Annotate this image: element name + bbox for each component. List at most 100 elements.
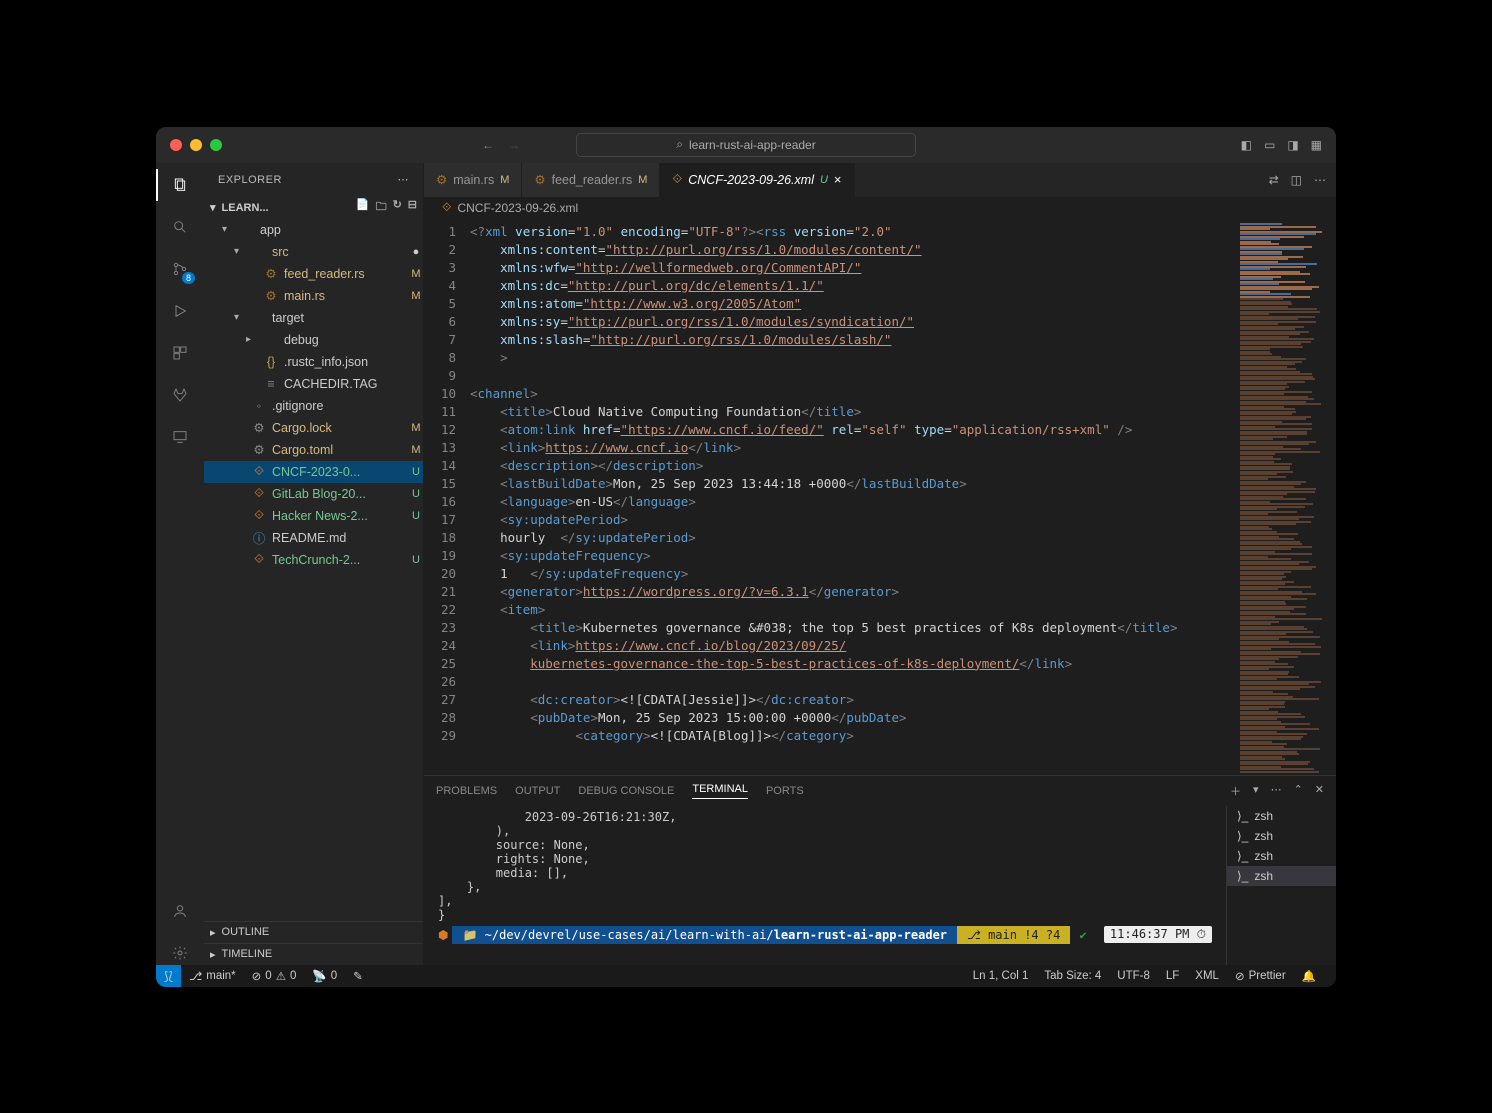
window-controls bbox=[170, 139, 222, 151]
remote-explorer-icon[interactable] bbox=[168, 425, 192, 449]
terminal-list-item[interactable]: ⟩_zsh bbox=[1227, 866, 1336, 886]
tree-item[interactable]: ▾src● bbox=[204, 241, 423, 263]
tab-close-icon[interactable]: × bbox=[834, 172, 842, 187]
status-problems[interactable]: ⊘0 ⚠0 bbox=[244, 969, 305, 983]
panel-split-icon[interactable]: ▾ bbox=[1253, 783, 1259, 799]
status-bell-icon[interactable]: 🔔 bbox=[1294, 969, 1324, 983]
status-live[interactable]: ✎ bbox=[345, 969, 371, 983]
close-window-button[interactable] bbox=[170, 139, 182, 151]
panel-tab[interactable]: TERMINAL bbox=[692, 783, 748, 799]
run-debug-icon[interactable] bbox=[168, 299, 192, 323]
collapse-icon[interactable]: ⊟ bbox=[408, 198, 417, 217]
panel-tab[interactable]: OUTPUT bbox=[515, 785, 560, 797]
sidebar-more-icon[interactable]: ⋯ bbox=[398, 173, 410, 186]
vscode-window: ← → ⌕ learn-rust-ai-app-reader ◧ ▭ ◨ ▦ 8 bbox=[156, 127, 1336, 987]
editor-tab[interactable]: ⟐CNCF-2023-09-26.xmlU× bbox=[660, 163, 854, 197]
title-bar: ← → ⌕ learn-rust-ai-app-reader ◧ ▭ ◨ ▦ bbox=[156, 127, 1336, 163]
tree-item[interactable]: ▾app bbox=[204, 219, 423, 241]
layout-customize-icon[interactable]: ▦ bbox=[1311, 138, 1322, 152]
remote-indicator[interactable]: ⟆⟅ bbox=[156, 965, 181, 987]
status-cursor-pos[interactable]: Ln 1, Col 1 bbox=[965, 969, 1037, 983]
tree-item[interactable]: ≡CACHEDIR.TAG bbox=[204, 373, 423, 395]
status-encoding[interactable]: UTF-8 bbox=[1109, 969, 1158, 983]
breadcrumb-file: CNCF-2023-09-26.xml bbox=[457, 201, 578, 215]
terminal-list-item[interactable]: ⟩_zsh bbox=[1227, 826, 1336, 846]
file-xml-icon: ⟐ bbox=[442, 200, 451, 215]
layout-panel-icon[interactable]: ▭ bbox=[1264, 138, 1275, 152]
editor-tab[interactable]: ⚙feed_reader.rsM bbox=[522, 163, 660, 197]
editor-group: ⚙main.rsM⚙feed_reader.rsM⟐CNCF-2023-09-2… bbox=[424, 163, 1336, 965]
panel-new-icon[interactable]: ＋ bbox=[1230, 783, 1241, 799]
status-prettier[interactable]: ⊘ Prettier bbox=[1227, 969, 1294, 983]
tree-item[interactable]: ⚙Cargo.lockM bbox=[204, 417, 423, 439]
minimap[interactable] bbox=[1236, 219, 1336, 775]
explorer-icon[interactable] bbox=[168, 173, 192, 197]
scm-badge: 8 bbox=[182, 272, 195, 284]
status-ports[interactable]: 📡0 bbox=[304, 969, 345, 983]
tree-item[interactable]: ▸debug bbox=[204, 329, 423, 351]
panel-tab[interactable]: PROBLEMS bbox=[436, 785, 497, 797]
sidebar-header: EXPLORER ⋯ bbox=[204, 163, 423, 197]
terminal-shell-icon: ⟩_ bbox=[1237, 809, 1248, 823]
terminal[interactable]: 2023-09-26T16:21:30Z, ), source: None, r… bbox=[424, 806, 1226, 965]
tree-item[interactable]: ⟐CNCF-2023-0...U bbox=[204, 461, 423, 483]
remote-icon: ⟆⟅ bbox=[164, 969, 173, 983]
status-language[interactable]: XML bbox=[1187, 969, 1227, 983]
editor-tab[interactable]: ⚙main.rsM bbox=[424, 163, 522, 197]
minimize-window-button[interactable] bbox=[190, 139, 202, 151]
tree-item[interactable]: ⓘREADME.md bbox=[204, 527, 423, 549]
panel-close-icon[interactable]: ✕ bbox=[1315, 783, 1324, 799]
project-header[interactable]: ▾ LEARN... 📄 🗀 ↻ ⊟ bbox=[204, 197, 423, 219]
panel-maximize-icon[interactable]: ⌃ bbox=[1294, 783, 1303, 799]
editor-tabs: ⚙main.rsM⚙feed_reader.rsM⟐CNCF-2023-09-2… bbox=[424, 163, 1336, 197]
new-file-icon[interactable]: 📄 bbox=[356, 198, 370, 217]
tab-more-icon[interactable]: ⋯ bbox=[1314, 173, 1326, 187]
tree-item[interactable]: ⟐Hacker News-2...U bbox=[204, 505, 423, 527]
tree-item[interactable]: {}.rustc_info.json bbox=[204, 351, 423, 373]
status-branch[interactable]: ⎇main* bbox=[181, 969, 244, 983]
project-name: LEARN... bbox=[222, 202, 269, 214]
timeline-section[interactable]: ▸TIMELINE bbox=[204, 943, 423, 965]
tree-item[interactable]: ◦.gitignore bbox=[204, 395, 423, 417]
tree-item[interactable]: ⚙feed_reader.rsM bbox=[204, 263, 423, 285]
explorer-sidebar: EXPLORER ⋯ ▾ LEARN... 📄 🗀 ↻ ⊟ ▾app▾src●⚙… bbox=[204, 163, 424, 965]
split-editor-icon[interactable]: ◫ bbox=[1291, 173, 1302, 187]
terminal-shell-icon: ⟩_ bbox=[1237, 849, 1248, 863]
layout-primary-icon[interactable]: ◧ bbox=[1241, 138, 1252, 152]
activity-bar: 8 bbox=[156, 163, 204, 965]
code-content[interactable]: <?xml version="1.0" encoding="UTF-8"?><r… bbox=[470, 219, 1236, 775]
nav-forward-icon[interactable]: → bbox=[508, 138, 520, 152]
nav-back-icon[interactable]: ← bbox=[482, 138, 494, 152]
search-icon[interactable] bbox=[168, 215, 192, 239]
settings-gear-icon[interactable] bbox=[168, 941, 192, 965]
status-indent[interactable]: Tab Size: 4 bbox=[1036, 969, 1109, 983]
terminal-shell-icon: ⟩_ bbox=[1237, 829, 1248, 843]
terminal-prompt: ⬢ 📁 ~/dev/devrel/use-cases/ai/learn-with… bbox=[438, 926, 1212, 944]
tree-item[interactable]: ⟐GitLab Blog-20...U bbox=[204, 483, 423, 505]
tree-item[interactable]: ⟐TechCrunch-2...U bbox=[204, 549, 423, 571]
accounts-icon[interactable] bbox=[168, 899, 192, 923]
panel-tab[interactable]: PORTS bbox=[766, 785, 804, 797]
maximize-window-button[interactable] bbox=[210, 139, 222, 151]
source-control-icon[interactable]: 8 bbox=[168, 257, 192, 281]
branch-icon: ⎇ bbox=[189, 969, 202, 983]
tree-item[interactable]: ⚙Cargo.tomlM bbox=[204, 439, 423, 461]
status-eol[interactable]: LF bbox=[1158, 969, 1187, 983]
tree-item[interactable]: ▾target bbox=[204, 307, 423, 329]
gitlab-icon[interactable] bbox=[168, 383, 192, 407]
layout-secondary-icon[interactable]: ◨ bbox=[1287, 138, 1298, 152]
command-center[interactable]: ⌕ learn-rust-ai-app-reader bbox=[576, 133, 916, 157]
editor[interactable]: 1234567891011121314151617181920212223242… bbox=[424, 219, 1336, 775]
terminal-list-item[interactable]: ⟩_zsh bbox=[1227, 806, 1336, 826]
refresh-icon[interactable]: ↻ bbox=[393, 198, 402, 217]
panel-more-icon[interactable]: ⋯ bbox=[1271, 783, 1282, 799]
warning-icon: ⚠ bbox=[276, 969, 286, 983]
new-folder-icon[interactable]: 🗀 bbox=[376, 198, 387, 217]
compare-icon[interactable]: ⇄ bbox=[1269, 173, 1279, 187]
outline-section[interactable]: ▸OUTLINE bbox=[204, 921, 423, 943]
breadcrumb[interactable]: ⟐ CNCF-2023-09-26.xml bbox=[424, 197, 1336, 219]
terminal-list-item[interactable]: ⟩_zsh bbox=[1227, 846, 1336, 866]
tree-item[interactable]: ⚙main.rsM bbox=[204, 285, 423, 307]
extensions-icon[interactable] bbox=[168, 341, 192, 365]
panel-tab[interactable]: DEBUG CONSOLE bbox=[578, 785, 674, 797]
